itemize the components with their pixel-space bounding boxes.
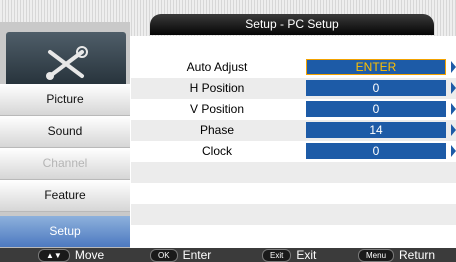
row-label: H Position (189, 81, 245, 95)
sidebar-item-channel: Channel (0, 148, 130, 180)
move-key-icon: ▲▼ (38, 249, 70, 262)
row-value-selected[interactable]: ENTER (306, 59, 446, 75)
empty-row (131, 183, 456, 204)
tv-menu-screen: Setup - PC Setup Picture Sound Channel F… (0, 0, 456, 262)
hint-return: Menu Return (358, 248, 435, 262)
arrow-right-icon (451, 145, 456, 157)
arrow-right-icon (451, 124, 456, 136)
ok-key-icon: OK (150, 249, 178, 262)
arrow-right-icon (451, 61, 456, 73)
empty-row (131, 162, 456, 183)
menu-row-h-position[interactable]: H Position 0 (131, 78, 456, 99)
exit-key-icon: Exit (262, 249, 292, 262)
value-text: ENTER (307, 60, 445, 74)
menu-row-phase[interactable]: Phase 14 (131, 120, 456, 141)
row-value[interactable]: 0 (306, 101, 446, 117)
footer-hints: ▲▼ Move OK Enter Exit Exit Menu Return (0, 248, 456, 262)
empty-row (131, 225, 456, 246)
hint-label: Return (399, 248, 436, 262)
sidebar-item-setup[interactable]: Setup (0, 216, 130, 248)
menu-title: Setup - PC Setup (150, 14, 434, 35)
hint-label: Exit (296, 248, 317, 262)
sidebar-item-sound[interactable]: Sound (0, 116, 130, 148)
row-label: Clock (201, 144, 232, 158)
row-label: V Position (189, 102, 245, 116)
hint-label: Move (74, 248, 105, 262)
menu-row-auto-adjust[interactable]: Auto Adjust ENTER (131, 57, 456, 78)
row-value[interactable]: 14 (306, 122, 446, 138)
hint-enter: OK Enter (150, 248, 211, 262)
sidebar-item-feature[interactable]: Feature (0, 180, 130, 212)
sidebar: Picture Sound Channel Feature Setup (0, 22, 130, 248)
row-label: Phase (199, 123, 235, 137)
menu-content: Auto Adjust ENTER H Position 0 V Positio… (131, 36, 456, 248)
hint-label: Enter (182, 248, 212, 262)
hint-move: ▲▼ Move (38, 248, 104, 262)
arrow-right-icon (451, 103, 456, 115)
arrow-right-icon (451, 82, 456, 94)
sidebar-item-picture[interactable]: Picture (0, 84, 130, 116)
row-label: Auto Adjust (186, 60, 248, 74)
menu-key-icon: Menu (358, 249, 395, 262)
menu-row-v-position[interactable]: V Position 0 (131, 99, 456, 120)
empty-row (131, 204, 456, 225)
row-value[interactable]: 0 (306, 143, 446, 159)
row-value[interactable]: 0 (306, 80, 446, 96)
hint-exit: Exit Exit (262, 248, 316, 262)
menu-row-clock[interactable]: Clock 0 (131, 141, 456, 162)
menu-spacer (131, 36, 456, 57)
